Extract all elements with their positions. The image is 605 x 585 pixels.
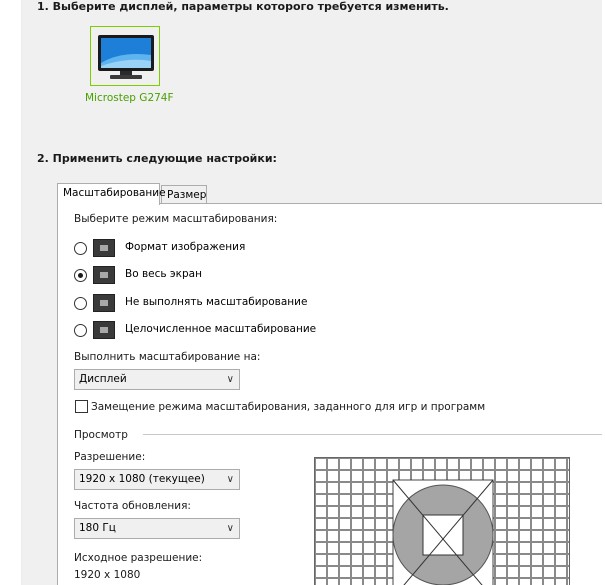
refresh-rate-select[interactable]: 180 Гц ∨ <box>74 518 240 539</box>
override-scaling-label: Замещение режима масштабирования, заданн… <box>91 401 486 413</box>
chevron-down-icon: ∨ <box>226 523 234 534</box>
perform-scaling-value: Дисплей <box>79 373 127 385</box>
resolution-select[interactable]: 1920 x 1080 (текущее) ∨ <box>74 469 240 490</box>
no-scaling-icon <box>93 294 115 312</box>
native-resolution-value: 1920 x 1080 <box>74 569 141 581</box>
radio-no-scaling[interactable]: Не выполнять масштабирование <box>74 294 374 312</box>
tab-size[interactable]: Размер <box>161 185 207 205</box>
native-resolution-label: Исходное разрешение: <box>74 552 203 564</box>
radio-button[interactable] <box>74 297 87 310</box>
preview-group-label: Просмотр <box>74 429 128 441</box>
aspect-ratio-icon <box>93 239 115 257</box>
tab-scaling[interactable]: Масштабирование <box>57 183 166 205</box>
radio-label-fullscreen: Во весь экран <box>125 268 202 280</box>
section-title-apply-settings: 2. Применить следующие настройки: <box>37 152 277 165</box>
radio-label-aspect-ratio: Формат изображения <box>125 241 246 253</box>
radio-label-no-scaling: Не выполнять масштабирование <box>125 296 308 308</box>
chevron-down-icon: ∨ <box>226 374 234 385</box>
radio-aspect-ratio[interactable]: Формат изображения <box>74 239 374 257</box>
refresh-rate-label: Частота обновления: <box>74 500 191 512</box>
integer-scaling-icon <box>93 321 115 339</box>
radio-button[interactable] <box>74 242 87 255</box>
display-card-microstep[interactable] <box>90 26 160 86</box>
refresh-rate-value: 180 Гц <box>79 522 116 534</box>
left-margin <box>0 0 22 585</box>
radio-integer-scaling[interactable]: Целочисленное масштабирование <box>74 321 374 339</box>
fullscreen-icon <box>93 266 115 284</box>
scaling-mode-label: Выберите режим масштабирования: <box>74 213 278 225</box>
perform-scaling-label: Выполнить масштабирование на: <box>74 351 261 363</box>
perform-scaling-select[interactable]: Дисплей ∨ <box>74 369 240 390</box>
scaling-preview <box>314 457 570 585</box>
preview-divider <box>143 434 603 435</box>
radio-fullscreen[interactable]: Во весь экран <box>74 266 374 284</box>
monitor-icon <box>98 35 154 79</box>
test-pattern-graphic <box>315 458 569 585</box>
resolution-label: Разрешение: <box>74 451 146 463</box>
chevron-down-icon: ∨ <box>226 474 234 485</box>
radio-label-integer-scaling: Целочисленное масштабирование <box>125 323 317 335</box>
radio-button-checked[interactable] <box>74 269 87 282</box>
settings-panel: 1. Выберите дисплей, параметры которого … <box>22 0 605 585</box>
section-title-select-display: 1. Выберите дисплей, параметры которого … <box>37 0 449 13</box>
display-name-label: Microstep G274F <box>85 92 174 104</box>
radio-button[interactable] <box>74 324 87 337</box>
resolution-value: 1920 x 1080 (текущее) <box>79 473 205 485</box>
tab-content-scaling: Выберите режим масштабирования: Формат и… <box>57 203 605 585</box>
override-scaling-checkbox[interactable] <box>75 400 88 413</box>
